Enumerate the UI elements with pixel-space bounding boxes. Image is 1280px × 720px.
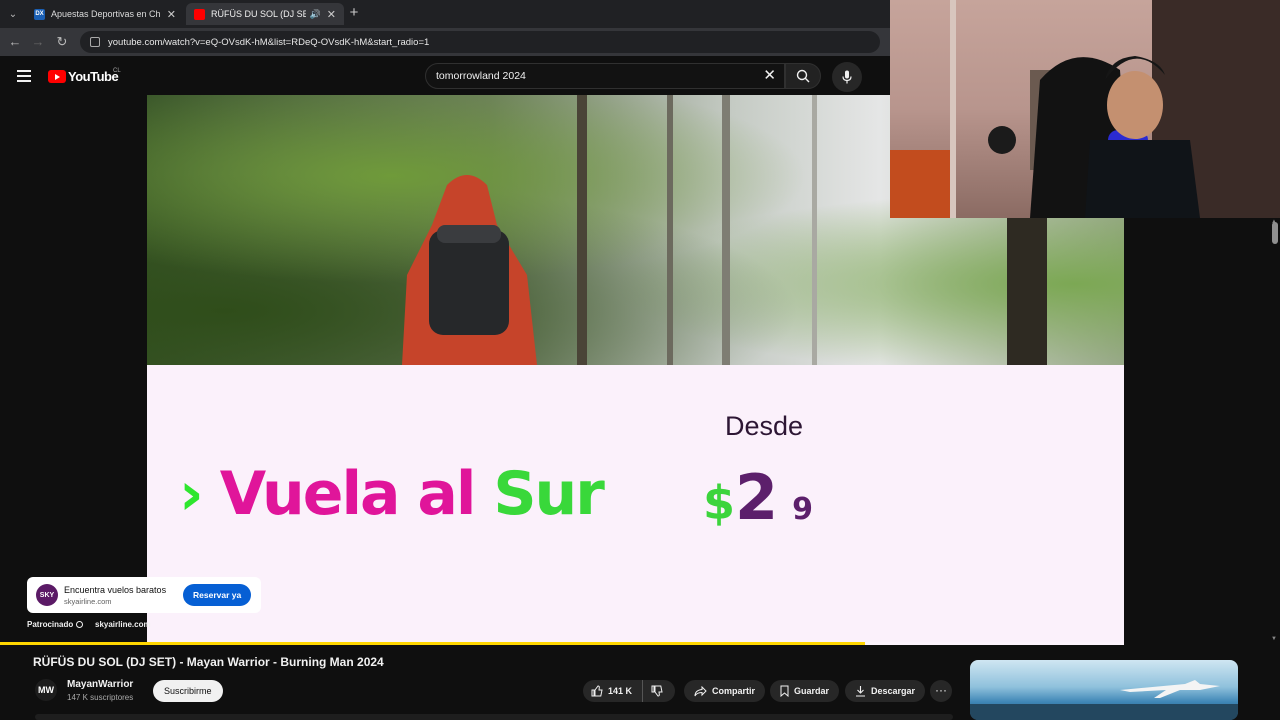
- slogan-text: Vuela al: [219, 459, 477, 529]
- thumbs-down-icon: [651, 685, 663, 697]
- more-actions-button[interactable]: ···: [930, 680, 952, 702]
- tab-apuestas[interactable]: DX Apuestas Deportivas en Chile | ✕: [26, 3, 184, 25]
- price-digit-partial: 9: [792, 492, 814, 527]
- site-info-icon[interactable]: [90, 37, 100, 47]
- subscribe-button[interactable]: Suscribirme: [153, 680, 223, 702]
- share-icon: [694, 685, 707, 696]
- like-button[interactable]: 141 K: [583, 680, 643, 702]
- sponsored-text: Patrocinado: [27, 620, 74, 629]
- recommended-video-thumbnail[interactable]: [970, 660, 1238, 720]
- search-icon: [796, 69, 810, 83]
- reserve-button[interactable]: Reservar ya: [183, 584, 252, 606]
- advertiser-avatar: SKY: [36, 584, 58, 606]
- back-arrow-icon[interactable]: ←: [6, 33, 24, 51]
- download-button[interactable]: Descargar: [845, 680, 926, 702]
- channel-avatar[interactable]: MW: [35, 679, 57, 701]
- price-currency: $: [703, 476, 736, 530]
- like-dislike-group: 141 K: [583, 680, 675, 702]
- webcam-overlay: [890, 0, 1280, 218]
- scroll-down-arrow-icon[interactable]: ▼: [1271, 636, 1277, 642]
- url-text: youtube.com/watch?v=eQ-OVsdK-hM&list=RDe…: [108, 36, 430, 48]
- tab-youtube[interactable]: RÜFÜS DU SOL (DJ SET) - M 🔊 ✕: [186, 3, 344, 25]
- tab-favicon-icon: DX: [34, 8, 45, 20]
- download-label: Descargar: [871, 686, 916, 696]
- address-bar[interactable]: youtube.com/watch?v=eQ-OVsdK-hM&list=RDe…: [80, 31, 880, 53]
- ad-title: Encuentra vuelos baratos: [64, 584, 167, 595]
- info-icon[interactable]: [76, 621, 84, 628]
- ad-card: › Vuela al Sur Desde $2 9: [147, 365, 1124, 645]
- video-title: RÜFÜS DU SOL (DJ SET) - Mayan Warrior - …: [33, 655, 384, 669]
- sponsor-domain-link[interactable]: skyairline.com: [95, 620, 151, 629]
- search-input[interactable]: [436, 70, 756, 82]
- ad-overlay-card[interactable]: SKY Encuentra vuelos baratos skyairline.…: [27, 577, 261, 613]
- clear-search-icon[interactable]: ✕: [763, 68, 776, 84]
- subscriber-count: 147 K suscriptores: [67, 693, 134, 702]
- speaker-icon[interactable]: 🔊: [310, 9, 321, 20]
- price-digit: 2: [735, 461, 779, 534]
- share-label: Compartir: [712, 686, 756, 696]
- ad-domain: skyairline.com: [64, 596, 112, 606]
- country-code: CL: [113, 68, 121, 74]
- tab-search-icon[interactable]: ⌄: [4, 5, 22, 23]
- youtube-logo[interactable]: YouTube: [48, 69, 119, 84]
- like-count: 141 K: [608, 686, 633, 696]
- new-tab-button[interactable]: +: [346, 5, 362, 21]
- youtube-header: YouTube CL ✕: [0, 56, 890, 96]
- youtube-wordmark: YouTube: [68, 69, 119, 84]
- price-prefix: Desde: [725, 411, 804, 441]
- youtube-play-icon: [48, 70, 66, 83]
- dislike-button[interactable]: [643, 680, 675, 702]
- share-button[interactable]: Compartir: [684, 680, 766, 702]
- close-tab-icon[interactable]: ✕: [167, 8, 176, 21]
- ad-slogan: › Vuela al Sur: [179, 459, 605, 529]
- thumbs-up-icon: [591, 685, 603, 697]
- save-label: Guardar: [794, 686, 830, 696]
- microphone-icon: [842, 70, 852, 84]
- page-scrollbar-thumb[interactable]: [1272, 222, 1278, 244]
- save-button[interactable]: Guardar: [770, 680, 840, 702]
- video-progress-bar[interactable]: [0, 642, 1124, 645]
- channel-name[interactable]: MayanWarrior: [67, 679, 133, 690]
- webcam-scene-image: [890, 0, 1280, 218]
- description-preview[interactable]: [35, 714, 953, 720]
- reload-icon[interactable]: ↻: [53, 33, 71, 51]
- bookmark-icon: [780, 685, 789, 697]
- search-box: ✕: [425, 63, 785, 89]
- chevron-right-icon: ›: [179, 459, 204, 529]
- search-button[interactable]: [785, 63, 821, 89]
- tab-title: RÜFÜS DU SOL (DJ SET) - M: [211, 9, 306, 19]
- progress-fill: [0, 642, 866, 645]
- youtube-favicon-icon: [194, 8, 205, 20]
- hiker-figure: [402, 175, 537, 365]
- airplane-image: [970, 680, 1238, 720]
- tab-title: Apuestas Deportivas en Chile |: [51, 9, 161, 19]
- menu-icon[interactable]: [17, 70, 31, 82]
- slogan-highlight: Sur: [493, 459, 605, 529]
- forward-arrow-icon[interactable]: →: [29, 33, 47, 51]
- voice-search-button[interactable]: [832, 62, 862, 92]
- ad-price: $2 9: [703, 461, 813, 534]
- download-icon: [856, 686, 865, 697]
- sponsored-label[interactable]: Patrocinado: [27, 620, 84, 629]
- close-tab-icon[interactable]: ✕: [327, 8, 336, 21]
